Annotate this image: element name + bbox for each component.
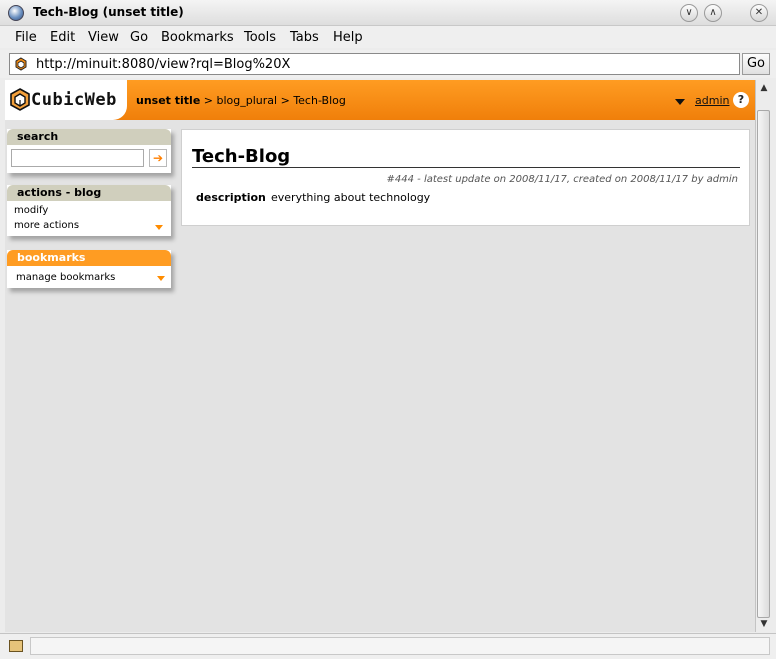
scroll-up-icon[interactable]: ▲ [758, 82, 770, 94]
menubar: File Edit View Go Bookmarks Tools Tabs H… [0, 26, 776, 48]
menu-tools[interactable]: Tools [244, 30, 276, 45]
vertical-scrollbar[interactable]: ▲ ▼ [755, 80, 771, 632]
main-content: Tech-Blog #444 - latest update on 2008/1… [181, 129, 750, 226]
page-title: Tech-Blog [192, 146, 291, 167]
search-submit-arrow-icon[interactable]: ➔ [149, 149, 167, 167]
status-bar [0, 633, 776, 659]
menu-bookmarks[interactable]: Bookmarks [161, 30, 234, 45]
bookmarks-dropdown-icon[interactable] [157, 276, 165, 281]
minimize-button[interactable]: ∨ [680, 4, 698, 22]
menu-file[interactable]: File [15, 30, 37, 45]
search-input[interactable] [11, 149, 144, 167]
site-header: CubicWeb unset title > blog_plural > Tec… [5, 80, 755, 120]
search-box: search ➔ [7, 129, 171, 173]
menu-help[interactable]: Help [333, 30, 363, 45]
breadcrumb: unset title > blog_plural > Tech-Blog [136, 94, 346, 107]
site-favicon-icon [15, 57, 27, 71]
bookmarks-box-title: bookmarks [7, 250, 171, 266]
logo[interactable]: CubicWeb [5, 80, 127, 120]
window-titlebar: Tech-Blog (unset title) ∨ ∧ ✕ [0, 0, 776, 26]
menu-edit[interactable]: Edit [50, 30, 75, 45]
description-label: description [196, 191, 266, 204]
status-text-field [30, 637, 770, 655]
cubicweb-logo-icon [10, 88, 30, 111]
url-input[interactable]: http://minuit:8080/view?rql=Blog%20X [9, 53, 740, 75]
actions-box-title: actions - blog [7, 185, 171, 201]
user-link[interactable]: admin [695, 94, 729, 107]
user-menu-arrow-icon[interactable] [675, 99, 685, 105]
maximize-button[interactable]: ∧ [704, 4, 722, 22]
menu-view[interactable]: View [88, 30, 119, 45]
browser-app-icon [8, 5, 24, 21]
scroll-down-icon[interactable]: ▼ [758, 618, 770, 630]
bookmarks-box: bookmarks manage bookmarks [7, 250, 171, 288]
breadcrumb-root[interactable]: unset title [136, 94, 200, 107]
entity-metadata: #444 - latest update on 2008/11/17, crea… [386, 174, 738, 185]
security-lock-icon[interactable] [9, 640, 23, 652]
menu-tabs[interactable]: Tabs [290, 30, 319, 45]
title-divider [192, 167, 740, 168]
page-viewport: CubicWeb unset title > blog_plural > Tec… [5, 80, 755, 632]
actions-box: actions - blog modify more actions [7, 185, 171, 236]
description-value: everything about technology [271, 191, 431, 204]
menu-go[interactable]: Go [130, 30, 148, 45]
window-title: Tech-Blog (unset title) [33, 5, 184, 19]
breadcrumb-sep-1: > [200, 94, 217, 107]
close-button[interactable]: ✕ [750, 4, 768, 22]
action-more-actions[interactable]: more actions [14, 220, 79, 231]
logo-text: CubicWeb [31, 90, 117, 110]
breadcrumb-sep-2: > [277, 94, 294, 107]
action-modify[interactable]: modify [14, 205, 48, 216]
breadcrumb-current: Tech-Blog [293, 94, 346, 107]
address-bar: http://minuit:8080/view?rql=Blog%20X Go [0, 50, 776, 78]
more-actions-dropdown-icon[interactable] [155, 225, 163, 230]
help-icon[interactable]: ? [733, 92, 749, 108]
go-button[interactable]: Go [742, 53, 770, 75]
breadcrumb-blog-plural[interactable]: blog_plural [217, 94, 278, 107]
search-box-title: search [7, 129, 171, 145]
manage-bookmarks[interactable]: manage bookmarks [16, 272, 115, 283]
scrollbar-thumb[interactable] [757, 110, 770, 618]
url-text: http://minuit:8080/view?rql=Blog%20X [36, 57, 291, 72]
